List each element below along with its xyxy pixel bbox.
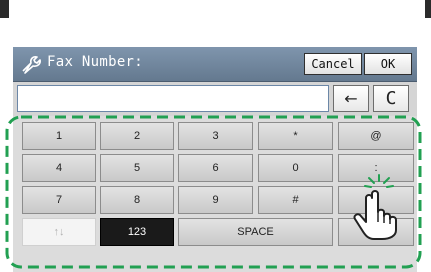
key-5[interactable]: 5 xyxy=(100,154,174,182)
backspace-button[interactable]: ← xyxy=(333,85,369,112)
wrench-icon xyxy=(22,56,41,74)
cancel-button[interactable]: Cancel xyxy=(304,53,362,75)
key-at[interactable]: @ xyxy=(338,122,414,150)
space-button[interactable]: SPACE xyxy=(178,218,333,246)
key-0[interactable]: 0 xyxy=(258,154,333,182)
step-marker xyxy=(0,0,9,18)
key-2[interactable]: 2 xyxy=(100,122,174,150)
key-hash[interactable]: # xyxy=(258,186,333,214)
key-8[interactable]: 8 xyxy=(100,186,174,214)
fax-number-field[interactable] xyxy=(17,85,329,112)
input-row: ← C xyxy=(13,82,417,116)
title-bar: Fax Number: Cancel OK xyxy=(13,47,417,82)
page-title: Fax Number: xyxy=(47,54,144,70)
key-9[interactable]: 9 xyxy=(178,186,253,214)
key-7[interactable]: 7 xyxy=(22,186,96,214)
key-4[interactable]: 4 xyxy=(22,154,96,182)
numeric-mode-button[interactable]: 123 xyxy=(100,218,174,246)
key-1[interactable]: 1 xyxy=(22,122,96,150)
key-asterisk[interactable]: * xyxy=(258,122,333,150)
ok-button[interactable]: OK xyxy=(364,53,412,75)
key-extra[interactable] xyxy=(338,218,414,246)
case-toggle-button[interactable]: ↑↓ xyxy=(22,218,96,246)
key-3[interactable]: 3 xyxy=(178,122,253,150)
key-6[interactable]: 6 xyxy=(178,154,253,182)
step-marker-next xyxy=(425,0,431,18)
clear-button[interactable]: C xyxy=(373,85,409,112)
tap-rays-icon xyxy=(364,174,394,188)
